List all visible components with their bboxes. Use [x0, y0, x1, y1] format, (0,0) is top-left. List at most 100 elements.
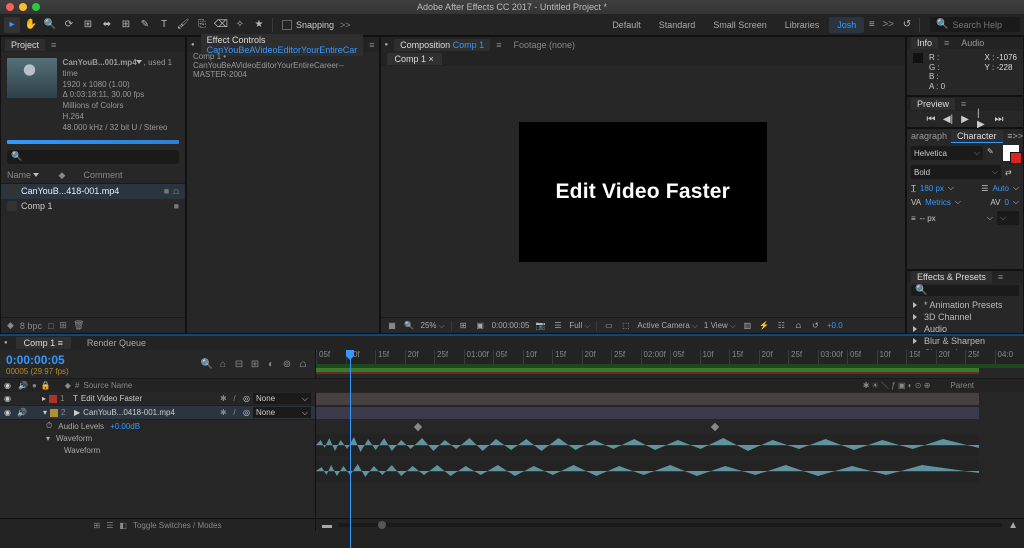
ruler-tick[interactable]: 25f — [434, 350, 448, 364]
zoom-dropdown[interactable]: 25%⌵ — [421, 321, 445, 331]
workspace-menu-icon[interactable]: ≡ — [866, 19, 877, 30]
roto-brush-tool-icon[interactable]: ✧ — [232, 17, 248, 33]
expand-icon[interactable]: ⊞ — [94, 521, 101, 530]
layer-row-2[interactable]: ◉ 🔊 ▾ 2 ▶ CanYouB...0418-001.mp4 ✱ / ◎ N… — [0, 406, 315, 420]
exposure-value[interactable]: +0.0 — [827, 321, 843, 330]
timeline-zoom-slider[interactable] — [338, 523, 1002, 527]
project-col-name[interactable]: Name — [7, 170, 41, 180]
project-item-comp[interactable]: Comp 1 ■ — [1, 199, 185, 213]
ruler-tick[interactable]: 25f — [611, 350, 625, 364]
comp-inner-tab[interactable]: Comp 1 × — [387, 53, 442, 65]
roi-icon[interactable]: ▭ — [603, 320, 614, 331]
eyedropper-icon[interactable]: ✎ — [987, 147, 999, 159]
zoom-handle[interactable] — [378, 521, 386, 529]
ruler-tick[interactable]: 20f — [936, 350, 950, 364]
label-color[interactable] — [49, 395, 57, 403]
pixel-aspect-icon[interactable]: ▥ — [742, 320, 753, 331]
composition-canvas[interactable]: Edit Video Faster — [519, 122, 767, 262]
character-tab[interactable]: Character — [951, 130, 1003, 143]
preview-menu-icon[interactable]: ≡ — [961, 99, 966, 109]
video-layer-clip[interactable] — [316, 407, 979, 419]
current-timecode[interactable]: 0:00:00:05 — [6, 353, 69, 367]
rectangle-tool-icon[interactable]: ⊞ — [118, 17, 134, 33]
stroke-value[interactable]: -- px — [920, 214, 936, 223]
timeline-icon[interactable]: ☷ — [776, 320, 787, 331]
parent-dropdown[interactable]: None⌵ — [253, 393, 311, 404]
workspace-overflow-icon[interactable]: >> — [879, 19, 897, 30]
brush-tool-icon[interactable]: 🖌 — [175, 17, 191, 33]
project-search[interactable]: 🔍 — [7, 150, 179, 164]
comp-mini-icon[interactable]: ⌂ — [217, 358, 229, 370]
last-frame-icon[interactable]: ⏭ — [994, 114, 1004, 124]
ec-tab-menu-icon[interactable]: ≡ — [369, 40, 374, 50]
motion-blur-icon[interactable]: ⊚ — [281, 358, 293, 370]
swap-color-icon[interactable]: ⇄ — [1005, 168, 1019, 177]
label-col-icon[interactable]: ◆ — [65, 381, 71, 390]
ep-category[interactable]: 3D Channel — [911, 312, 1019, 322]
snapshot-icon[interactable]: 📷 — [535, 320, 546, 331]
source-name-col[interactable]: Source Name — [83, 381, 132, 390]
effects-presets-search[interactable]: 🔍 — [911, 285, 1019, 296]
zoom-in-icon[interactable]: ▲ — [1008, 520, 1018, 531]
minimize-window-button[interactable] — [19, 3, 27, 11]
ruler-tick[interactable]: 04:0 — [995, 350, 1014, 364]
workspace-default[interactable]: Default — [604, 17, 649, 33]
ruler-tick[interactable]: 25f — [965, 350, 979, 364]
av-col-icon[interactable]: ◉ — [4, 381, 14, 390]
ruler-tick[interactable]: 02:00f — [641, 350, 666, 364]
footage-tab[interactable]: Footage (none) — [513, 40, 575, 50]
layer-switches[interactable]: ✱ / — [220, 394, 240, 403]
ruler-tick[interactable]: 20f — [582, 350, 596, 364]
ruler-tick[interactable]: 15f — [552, 350, 566, 364]
resolution-dropdown[interactable]: Full⌵ — [569, 321, 590, 331]
speaker-icon[interactable]: 🔊 — [17, 408, 27, 417]
search-help[interactable]: 🔍 — [930, 17, 1020, 32]
delete-icon[interactable]: 🗑 — [73, 320, 84, 331]
audio-tab[interactable]: Audio — [955, 37, 990, 49]
frame-blend-icon[interactable]: ◐ — [265, 358, 277, 370]
playhead[interactable] — [350, 350, 351, 548]
lock-icon[interactable]: ● — [4, 340, 8, 346]
stopwatch-icon[interactable]: ⏱ — [46, 421, 52, 431]
ruler-tick[interactable]: 20f — [405, 350, 419, 364]
ep-category[interactable]: Audio — [911, 324, 1019, 334]
reset-exposure-icon[interactable]: ↺ — [810, 320, 821, 331]
ruler-tick[interactable]: 15f — [729, 350, 743, 364]
canvas-text-layer[interactable]: Edit Video Faster — [555, 180, 730, 204]
type-tool-icon[interactable]: T — [156, 17, 172, 33]
info-menu-icon[interactable]: ≡ — [944, 38, 949, 48]
leading-value[interactable]: Auto — [992, 184, 1008, 193]
stroke-style-dropdown[interactable]: ⌵ — [997, 211, 1019, 225]
ep-menu-icon[interactable]: ≡ — [998, 272, 1003, 282]
pan-behind-tool-icon[interactable]: ⬌ — [99, 17, 115, 33]
alpha-icon[interactable]: ▦ — [387, 320, 398, 331]
twirl-icon[interactable]: ▸ — [42, 394, 46, 403]
twirl-icon[interactable]: ▾ — [46, 434, 50, 443]
fill-stroke-color[interactable] — [1003, 145, 1019, 161]
spk-col-icon[interactable]: 🔊 — [18, 381, 28, 390]
layer-switches[interactable]: ✱ / — [220, 408, 240, 417]
paragraph-tab[interactable]: aragraph — [907, 130, 951, 142]
char-overflow-icon[interactable]: >> — [1012, 131, 1023, 141]
graph-editor-icon[interactable]: ⩍ — [297, 358, 309, 370]
eraser-tool-icon[interactable]: ⌫ — [213, 17, 229, 33]
workspace-small-screen[interactable]: Small Screen — [705, 17, 775, 33]
snapping-toggle[interactable]: Snapping >> — [282, 20, 351, 30]
project-col-comment[interactable]: Comment — [83, 170, 122, 180]
render-queue-tab[interactable]: Render Queue — [79, 337, 154, 349]
ruler-tick[interactable]: 15f — [906, 350, 920, 364]
font-style-dropdown[interactable]: Bold⌵ — [911, 165, 1001, 179]
composition-viewer[interactable]: Edit Video Faster — [381, 66, 906, 317]
puppet-tool-icon[interactable]: ★ — [251, 17, 267, 33]
font-size-value[interactable]: 180 px — [920, 184, 944, 193]
search-help-input[interactable] — [952, 20, 1014, 30]
project-tab[interactable]: Project — [5, 39, 45, 51]
ruler-tick[interactable]: 03:00f — [818, 350, 843, 364]
parent-col[interactable]: Parent — [950, 381, 974, 390]
switches-col[interactable]: ✱ ☀ ＼ ƒ ▣ ◐ ⊙ ⊕ — [863, 380, 931, 391]
hand-tool-icon[interactable]: ✋ — [23, 17, 39, 33]
lock-col-icon[interactable]: 🔒 — [41, 381, 51, 390]
project-col-tag[interactable]: ◆ — [59, 170, 66, 181]
workspace-josh[interactable]: Josh — [829, 17, 864, 33]
shy-icon[interactable]: ⊞ — [249, 358, 261, 370]
